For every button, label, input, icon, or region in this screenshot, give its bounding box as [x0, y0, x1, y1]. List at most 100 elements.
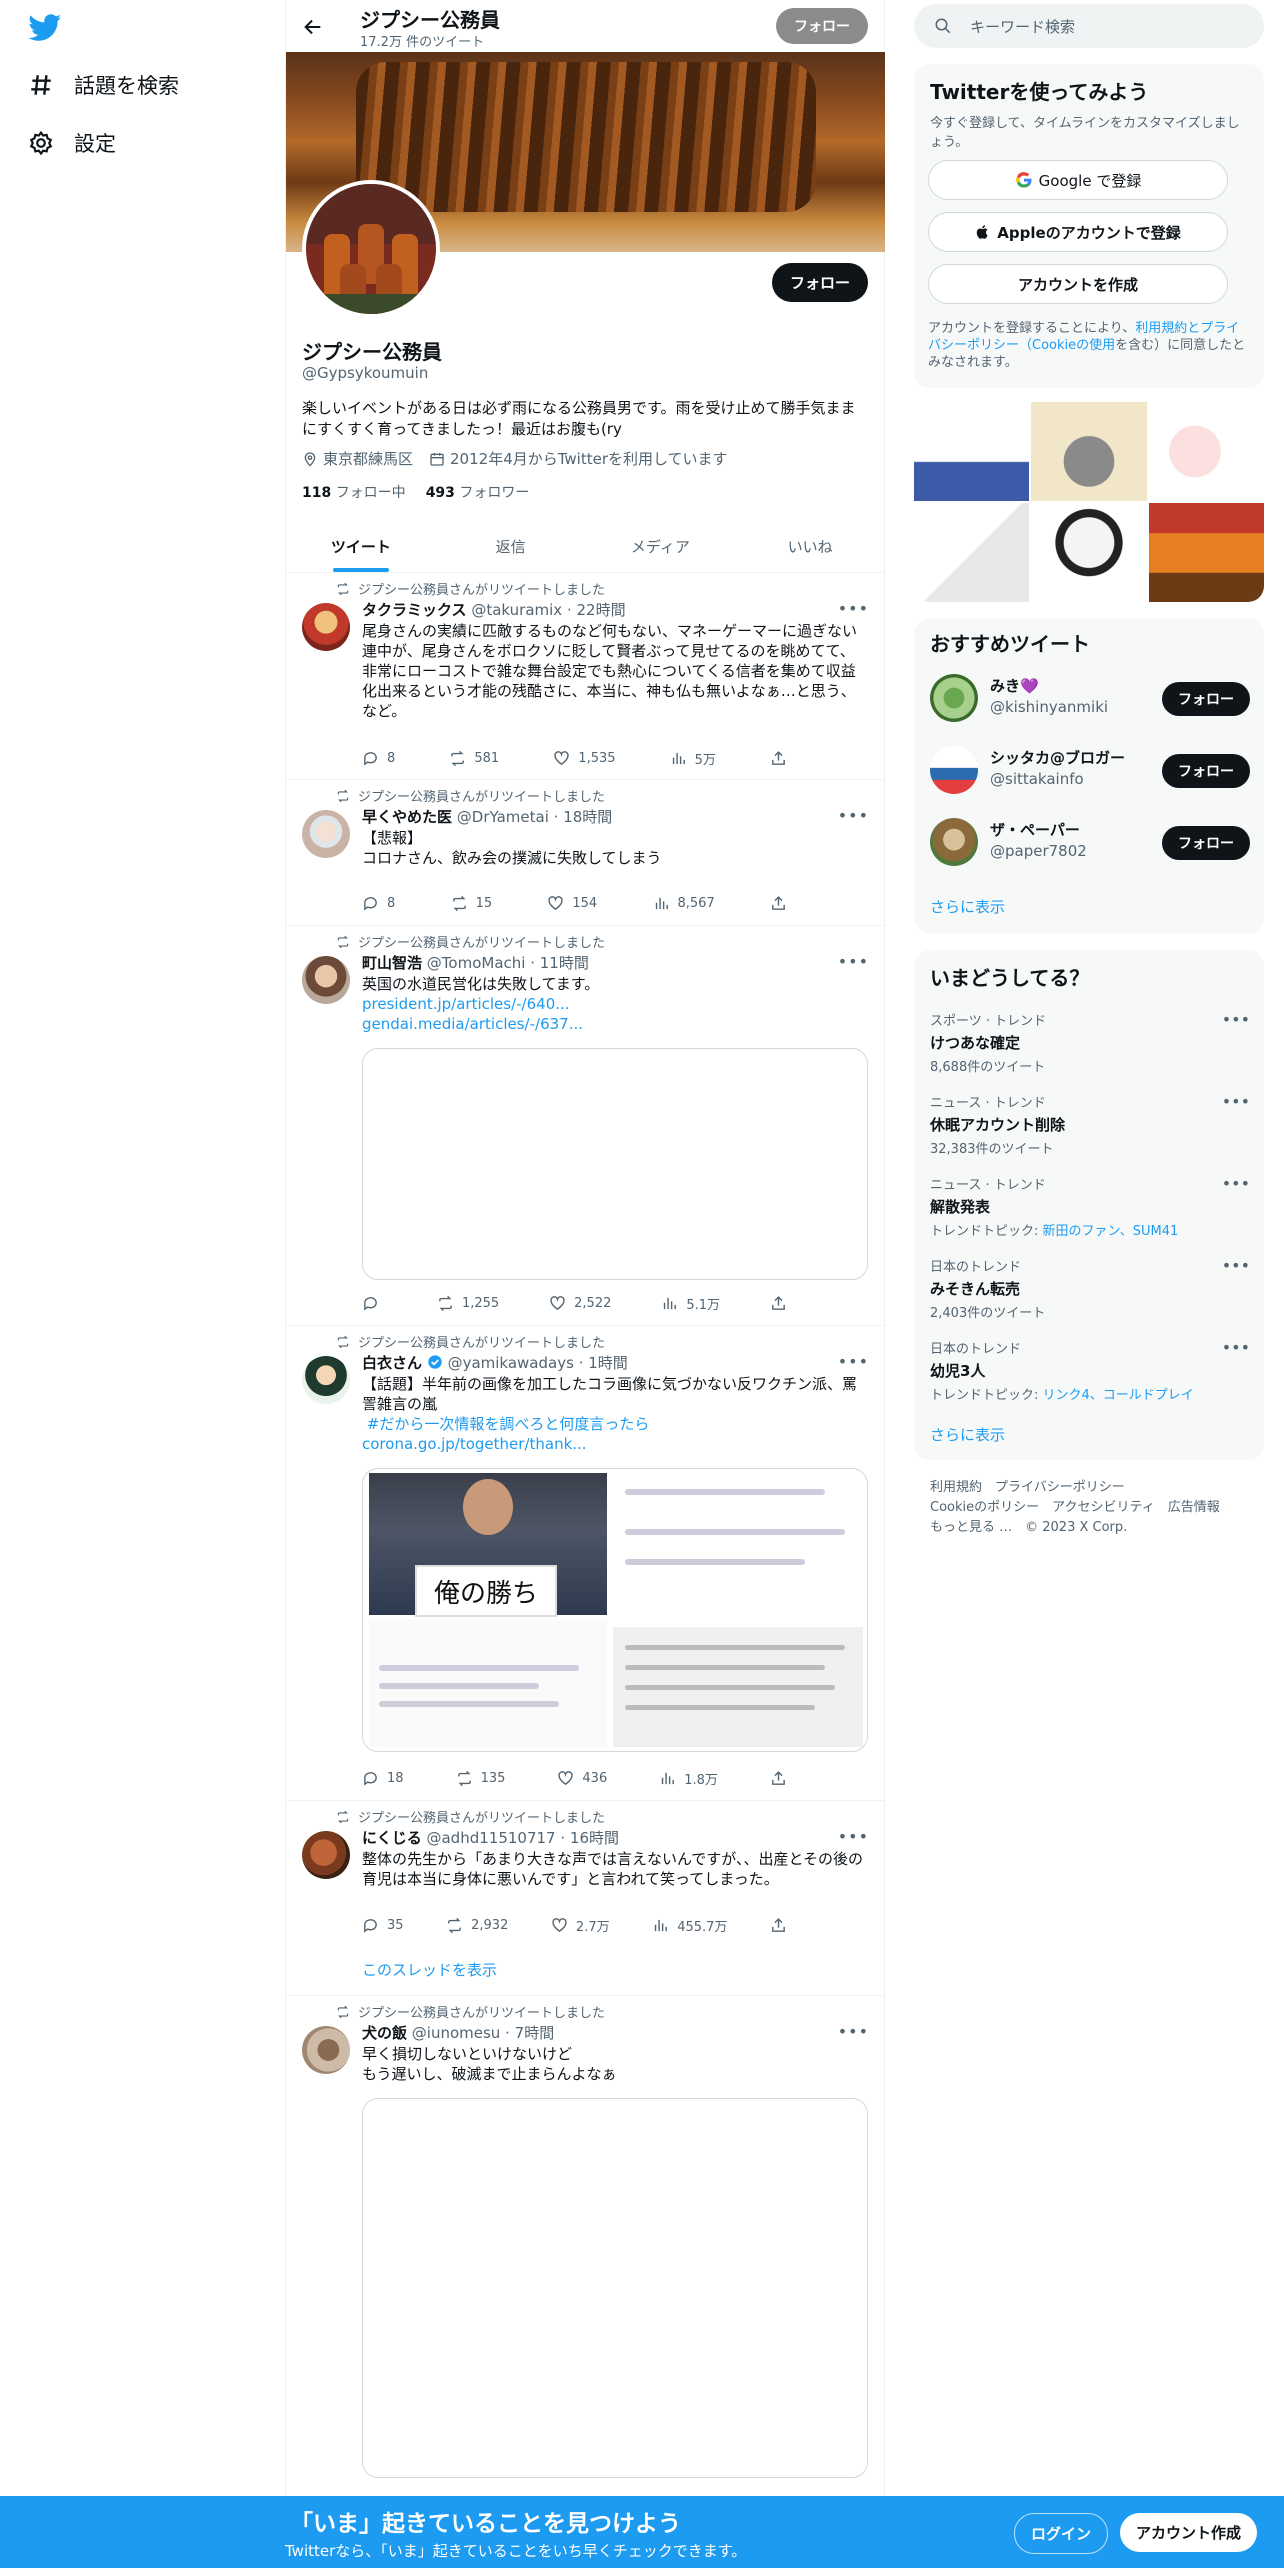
retweet-button[interactable]: 581 [449, 749, 499, 768]
more-icon[interactable]: ••• [838, 1827, 869, 1846]
tweet-link[interactable]: president.jp/articles/-/640... [362, 994, 868, 1014]
recommend-show-more[interactable]: さらに表示 [930, 896, 1005, 917]
avatar[interactable] [930, 818, 978, 866]
tab-replies[interactable]: 返信 [436, 520, 586, 572]
trend-item[interactable]: 日本のトレンド 幼児3人 トレンドトピック: リンク4、コールドプレイ ••• [930, 1338, 1250, 1403]
apple-signup-button[interactable]: Appleのアカウントで登録 [928, 212, 1228, 252]
media-grid[interactable] [914, 402, 1264, 602]
share-button[interactable] [770, 1294, 787, 1313]
recommended-user[interactable]: みき💜 @kishinyanmiki フォロー [930, 670, 1250, 726]
more-icon[interactable]: ••• [838, 599, 869, 618]
avatar[interactable] [302, 1356, 350, 1404]
header-follow-button[interactable]: フォロー [776, 8, 868, 44]
more-icon[interactable]: ••• [838, 2022, 869, 2041]
nav-explore[interactable]: 話題を検索 [28, 70, 179, 100]
like-button[interactable]: 154 [547, 895, 597, 912]
bottom-bar-subtitle: Twitterなら、「いま」起きていることをいち早くチェックできます。 [285, 2542, 747, 2560]
following-link[interactable]: 118 フォロー中 [302, 482, 406, 502]
tab-likes[interactable]: いいね [735, 520, 885, 572]
tweet-media-card[interactable] [362, 1048, 868, 1280]
trend-item[interactable]: スポーツ · トレンド けつあな確定 8,688件のツイート ••• [930, 1010, 1250, 1075]
more-icon[interactable]: ••• [1222, 1256, 1250, 1275]
bar-chart-icon [655, 1919, 668, 1932]
hashtag-link[interactable]: #だから一次情報を調べろと何度言ったら [362, 1414, 868, 1434]
like-button[interactable]: 2,522 [549, 1294, 611, 1313]
tab-media[interactable]: メディア [586, 520, 736, 572]
tweet-media-card[interactable]: 俺の勝ち [362, 1468, 868, 1752]
signup-button[interactable]: アカウント作成 [1120, 2513, 1258, 2552]
trend-item[interactable]: ニュース · トレンド 解散発表 トレンドトピック: 新田のファン、SUM41 ••… [930, 1174, 1250, 1239]
like-button[interactable]: 1,535 [553, 749, 616, 768]
create-account-button[interactable]: アカウントを作成 [928, 264, 1228, 304]
more-icon[interactable]: ••• [1222, 1010, 1250, 1029]
views-button[interactable]: 455.7万 [652, 1916, 727, 1935]
tweet[interactable]: ジプシー公務員さんがリツイートしました 早くやめた医 @DrYametai · … [286, 780, 885, 926]
footer-links[interactable]: 利用規約 プライバシーポリシー Cookieのポリシー アクセシビリティ 広告情… [930, 1478, 1250, 1538]
views-button[interactable]: 1.8万 [659, 1769, 718, 1788]
retweet-button[interactable]: 1,255 [437, 1294, 499, 1313]
login-button[interactable]: ログイン [1014, 2513, 1109, 2554]
avatar[interactable] [302, 810, 350, 858]
tweet-link[interactable]: corona.go.jp/together/thank... [362, 1434, 868, 1454]
reply-button[interactable]: 35 [362, 1916, 404, 1935]
like-button[interactable]: 2.7万 [551, 1916, 610, 1935]
avatar[interactable] [930, 746, 978, 794]
heart-icon [552, 1918, 567, 1933]
nav-settings[interactable]: 設定 [28, 128, 116, 158]
share-button[interactable] [770, 895, 787, 912]
recommended-user[interactable]: ザ・ペーパー @paper7802 フォロー [930, 814, 1250, 870]
google-signup-button[interactable]: Google で登録 [928, 160, 1228, 200]
avatar[interactable] [302, 603, 350, 651]
search-input[interactable]: キーワード検索 [914, 4, 1264, 48]
more-icon[interactable]: ••• [838, 806, 869, 825]
followers-link[interactable]: 493 フォロワー [426, 482, 530, 502]
retweet-button[interactable]: 135 [456, 1769, 505, 1788]
follow-button[interactable]: フォロー [1162, 754, 1250, 788]
profile-location: 東京都練馬区 [302, 448, 413, 469]
back-arrow-icon[interactable] [302, 16, 324, 38]
views-button[interactable]: 5.1万 [661, 1294, 720, 1313]
more-icon[interactable]: ••• [1222, 1174, 1250, 1193]
profile-avatar[interactable] [302, 180, 440, 318]
tweet[interactable]: ジプシー公務員さんがリツイートしました にくじる @adhd11510717 ·… [286, 1801, 885, 1996]
share-button[interactable] [770, 749, 787, 768]
trends-show-more[interactable]: さらに表示 [930, 1424, 1005, 1445]
avatar[interactable] [302, 956, 350, 1004]
retweet-button[interactable]: 2,932 [446, 1916, 508, 1935]
views-button[interactable]: 5万 [670, 749, 716, 768]
tweet[interactable]: ジプシー公務員さんがリツイートしました 犬の飯 @iunomesu · 7時間 … [286, 1996, 885, 2496]
more-icon[interactable]: ••• [1222, 1092, 1250, 1111]
tweet-header: タクラミックス @takuramix · 22時間 [362, 601, 626, 619]
reply-button[interactable]: 8 [362, 895, 395, 912]
hashtag-icon [28, 72, 54, 98]
avatar[interactable] [930, 674, 978, 722]
share-button[interactable] [770, 1916, 787, 1935]
tab-tweets[interactable]: ツイート [286, 520, 436, 572]
retweet-button[interactable]: 15 [451, 895, 492, 912]
tweet[interactable]: ジプシー公務員さんがリツイートしました 白衣さん @yamikawadays ·… [286, 1326, 885, 1801]
profile-follow-button[interactable]: フォロー [771, 263, 868, 302]
share-button[interactable] [770, 1769, 787, 1788]
follow-button[interactable]: フォロー [1162, 826, 1250, 860]
avatar[interactable] [302, 1831, 350, 1879]
follow-button[interactable]: フォロー [1162, 682, 1250, 716]
twitter-logo-icon[interactable] [28, 14, 62, 42]
tweet[interactable]: ジプシー公務員さんがリツイートしました 町山智浩 @TomoMachi · 11… [286, 926, 885, 1326]
show-thread-link[interactable]: このスレッドを表示 [362, 1959, 497, 1980]
more-icon[interactable]: ••• [1222, 1338, 1250, 1357]
more-icon[interactable]: ••• [838, 1352, 869, 1371]
reply-icon [364, 752, 377, 766]
trend-item[interactable]: 日本のトレンド みそきん転売 2,403件のツイート ••• [930, 1256, 1250, 1321]
trend-item[interactable]: ニュース · トレンド 休眠アカウント削除 32,383件のツイート ••• [930, 1092, 1250, 1157]
reply-button[interactable]: 8 [362, 749, 395, 768]
tweet[interactable]: ジプシー公務員さんがリツイートしました タクラミックス @takuramix ·… [286, 573, 885, 780]
recommended-user[interactable]: シッタカ@ブロガー @sittakainfo フォロー [930, 742, 1250, 798]
views-button[interactable]: 8,567 [653, 895, 715, 912]
tweet-media-card[interactable] [362, 2098, 868, 2478]
reply-button[interactable]: 18 [362, 1769, 404, 1788]
more-icon[interactable]: ••• [838, 952, 869, 971]
avatar[interactable] [302, 2026, 350, 2074]
like-button[interactable]: 436 [557, 1769, 607, 1788]
reply-button[interactable] [362, 1294, 387, 1313]
tweet-link[interactable]: gendai.media/articles/-/637... [362, 1014, 868, 1034]
